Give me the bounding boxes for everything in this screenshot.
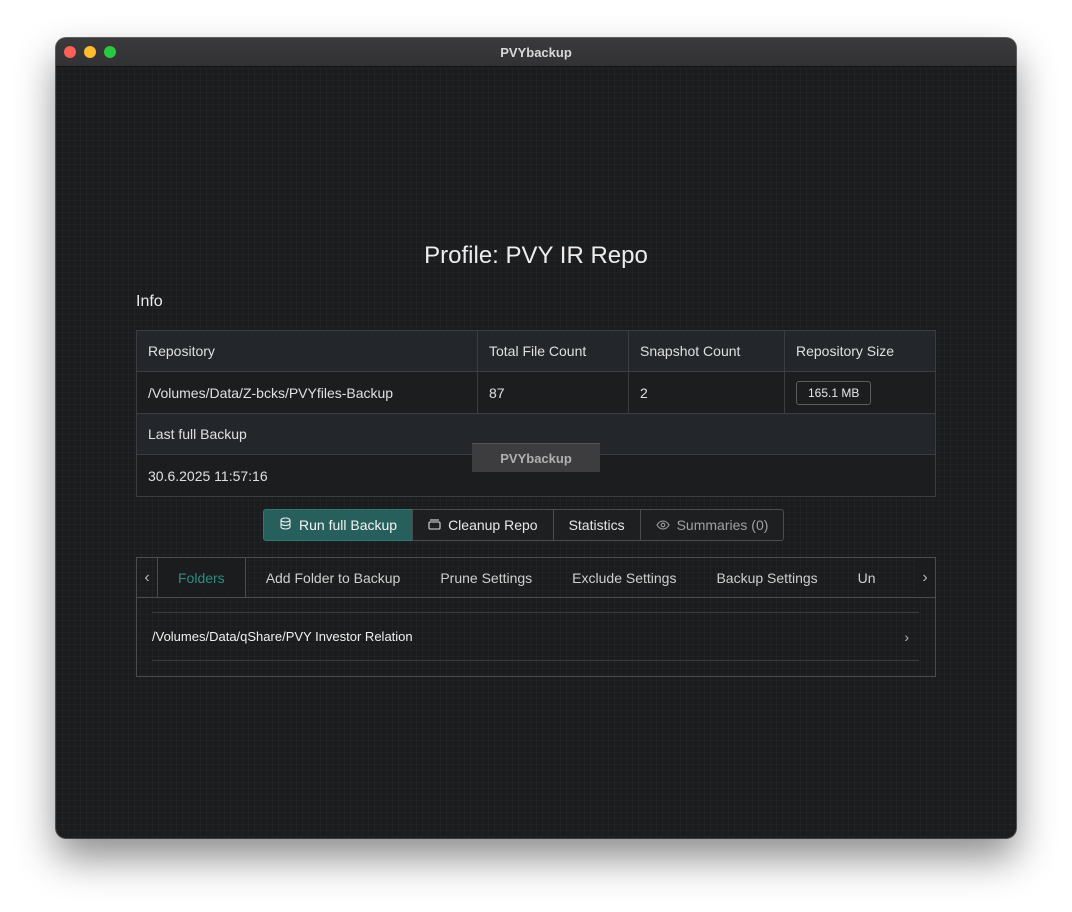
page-title: Profile: PVY IR Repo: [424, 242, 648, 269]
total-file-count-value: 87: [477, 371, 629, 414]
cleanup-repo-button[interactable]: Cleanup Repo: [412, 509, 554, 541]
archive-icon: [428, 517, 441, 533]
tab-bar: ‹ Folders Add Folder to Backup Prune Set…: [137, 558, 935, 598]
info-value-row: /Volumes/Data/Z-bcks/PVYfiles-Backup 87 …: [136, 371, 936, 414]
summaries-label: Summaries (0): [676, 517, 769, 533]
database-icon: [279, 517, 292, 533]
cleanup-repo-label: Cleanup Repo: [448, 517, 538, 533]
statistics-label: Statistics: [568, 517, 625, 533]
minimize-window-button[interactable]: [84, 46, 96, 58]
repository-size-cell: 165.1 MB: [784, 371, 936, 414]
zoom-window-button[interactable]: [104, 46, 116, 58]
summaries-button[interactable]: Summaries (0): [639, 509, 785, 541]
info-header-row: Repository Total File Count Snapshot Cou…: [136, 330, 936, 372]
chevron-right-icon: ›: [904, 628, 909, 645]
app-window: PVYbackup Profile: PVY IR Repo Info Repo…: [56, 38, 1016, 838]
drag-preview-toast: PVYbackup: [472, 443, 600, 472]
settings-tabs-panel: ‹ Folders Add Folder to Backup Prune Set…: [136, 557, 936, 677]
window-title: PVYbackup: [500, 44, 572, 60]
tab-exclude-settings[interactable]: Exclude Settings: [552, 558, 696, 597]
chevron-right-icon[interactable]: ›: [915, 558, 935, 597]
folder-path: /Volumes/Data/qShare/PVY Investor Relati…: [152, 629, 413, 644]
tab-add-folder-to-backup[interactable]: Add Folder to Backup: [246, 558, 421, 597]
info-heading: Info: [136, 293, 163, 310]
snapshot-count-header: Snapshot Count: [628, 330, 785, 372]
repository-size-badge: 165.1 MB: [796, 380, 872, 405]
snapshot-count-value: 2: [628, 371, 785, 414]
total-file-count-header: Total File Count: [477, 330, 629, 372]
repository-path: /Volumes/Data/Z-bcks/PVYfiles-Backup: [136, 371, 478, 414]
eye-icon: [655, 517, 670, 533]
tab-prune-settings[interactable]: Prune Settings: [420, 558, 552, 597]
statistics-button[interactable]: Statistics: [552, 509, 641, 541]
run-full-backup-button[interactable]: Run full Backup: [263, 509, 414, 541]
repository-header: Repository: [136, 330, 478, 372]
close-window-button[interactable]: [64, 46, 76, 58]
repository-size-header: Repository Size: [784, 330, 936, 372]
folder-list-item[interactable]: /Volumes/Data/qShare/PVY Investor Relati…: [152, 612, 919, 661]
window-controls: [64, 46, 116, 58]
action-button-group: Run full Backup Cleanup Repo Statistics …: [263, 509, 785, 541]
run-full-backup-label: Run full Backup: [299, 517, 398, 533]
tab-backup-settings[interactable]: Backup Settings: [696, 558, 837, 597]
chevron-left-icon[interactable]: ‹: [137, 558, 158, 597]
tab-strip: Folders Add Folder to Backup Prune Setti…: [158, 558, 935, 597]
tab-truncated[interactable]: Un: [838, 558, 896, 597]
tab-folders[interactable]: Folders: [158, 558, 246, 597]
title-bar[interactable]: PVYbackup: [56, 38, 1016, 67]
